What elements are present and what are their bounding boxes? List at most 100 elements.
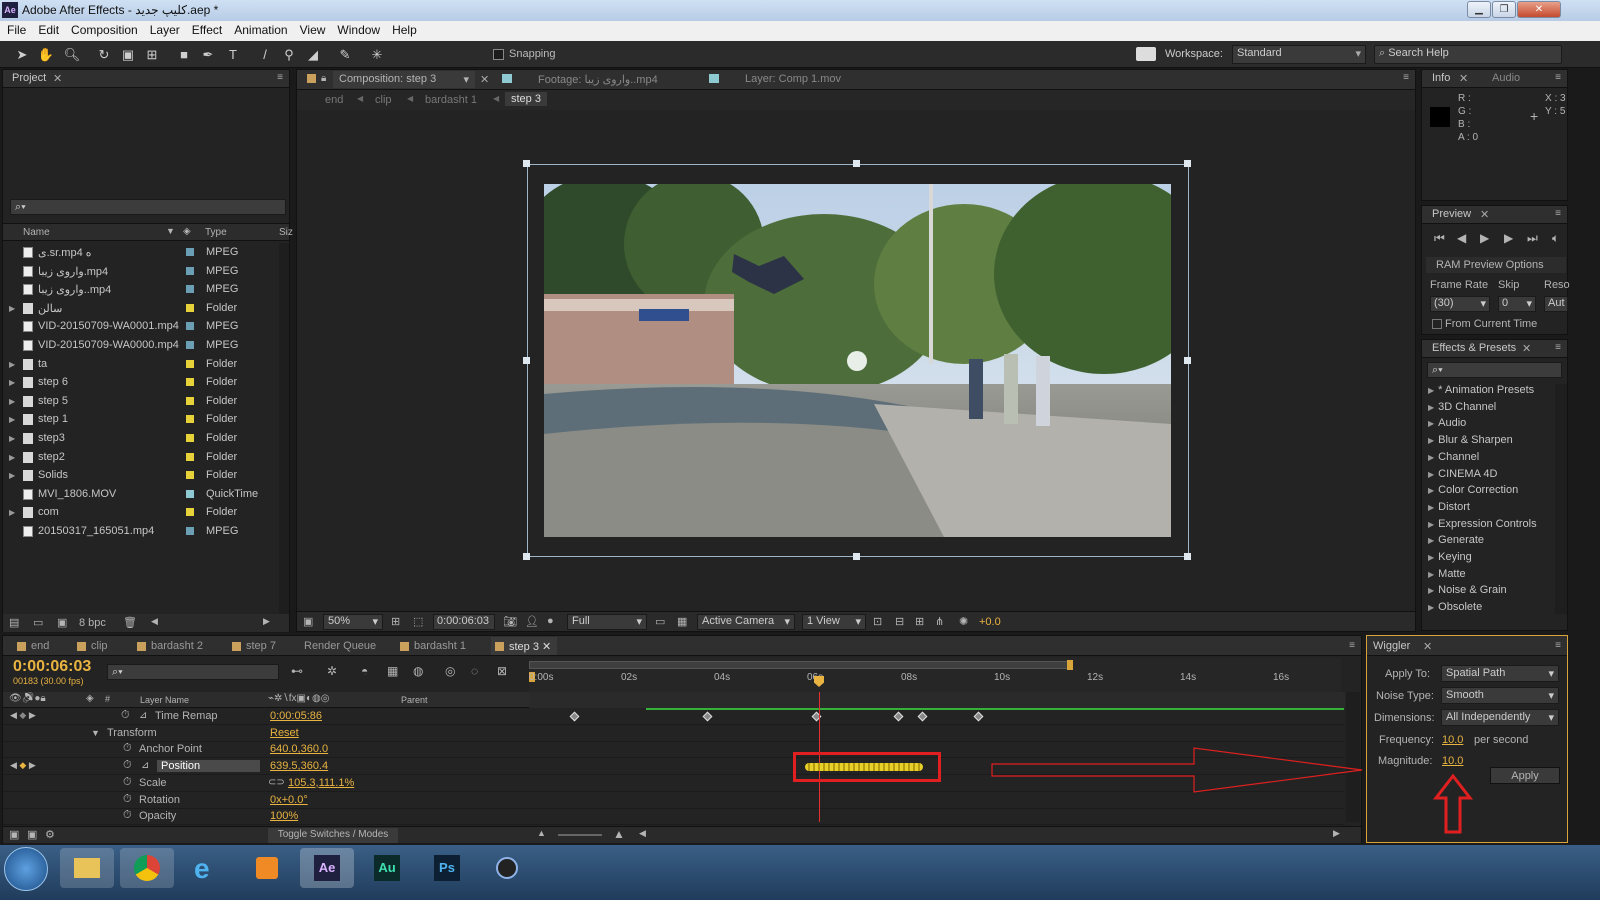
close-icon[interactable]: ✕ [1480, 208, 1489, 221]
col-type[interactable]: Type [205, 227, 227, 238]
expand-triangle-icon[interactable]: ▶ [1428, 486, 1434, 495]
hide-shy-icon[interactable]: ▦ [387, 664, 398, 678]
time-ruler[interactable]: 0:00s 02s 04s 06s 08s 10s 12s 14s 16s [529, 658, 1341, 692]
project-item[interactable]: ▶ Solids Folder [3, 466, 278, 485]
expand-layer-switches-icon[interactable]: ▣ [9, 828, 19, 841]
taskbar-audition[interactable]: Au [360, 848, 414, 888]
label-col-icon[interactable]: ◈ [183, 226, 191, 237]
resolution-dropdown[interactable]: Aut [1544, 296, 1568, 312]
snapping-checkbox[interactable] [493, 49, 504, 60]
stopwatch-icon[interactable]: ⏱ [121, 709, 130, 722]
apply-button[interactable]: Apply [1490, 767, 1560, 784]
close-icon[interactable]: ✕ [539, 641, 551, 653]
frame-rate-dropdown[interactable]: (30) ▾ [1430, 296, 1490, 312]
magnitude-value[interactable]: 10.0 [1442, 755, 1463, 767]
menu-effect[interactable]: Effect [185, 21, 227, 37]
scroll-left-icon[interactable]: ◀ [639, 828, 646, 839]
draft-3d-icon[interactable]: ◓ [361, 664, 368, 678]
camera-dropdown[interactable]: Active Camera ▾ [697, 614, 795, 630]
expand-triangle-icon[interactable]: ▶ [1428, 570, 1434, 579]
brainstorm-icon[interactable]: ◌ [471, 664, 478, 678]
roi-icon[interactable]: ▭ [655, 615, 665, 628]
graph-icon[interactable]: ⊿ [139, 710, 147, 721]
col-name[interactable]: Name [23, 227, 50, 238]
project-item[interactable]: MVI_1806.MOV QuickTime [3, 485, 278, 504]
menu-view[interactable]: View [293, 21, 331, 37]
expand-triangle-icon[interactable]: ▶ [9, 360, 15, 369]
fast-previews-icon[interactable]: ⊟ [895, 615, 904, 628]
panel-menu-icon[interactable]: ≡ [277, 72, 283, 83]
stopwatch-icon[interactable]: ⏱ [123, 759, 132, 772]
bbox-handle[interactable] [853, 553, 860, 560]
tab-project[interactable]: Project [12, 72, 46, 84]
effects-category[interactable]: ▶ Distort [1428, 501, 1558, 518]
next-frame-icon[interactable]: ▶ [1504, 231, 1513, 245]
av-features-icon[interactable]: 👁︎🔊︎●🔒︎ [9, 693, 46, 704]
ram-preview-options[interactable]: RAM Preview Options [1426, 257, 1566, 273]
taskbar-media[interactable] [240, 848, 294, 888]
col-size[interactable]: Siz [279, 227, 293, 238]
scroll-left-icon[interactable]: ◀ [151, 616, 158, 627]
expand-triangle-icon[interactable]: ▶ [1428, 386, 1434, 395]
eraser-tool-icon[interactable]: ◢ [303, 45, 323, 64]
effects-category[interactable]: ▶ CINEMA 4D [1428, 468, 1558, 485]
roto-brush-tool-icon[interactable]: ✎ [335, 45, 355, 64]
zoom-dropdown[interactable]: 50% ▾ [323, 614, 383, 630]
panel-menu-icon[interactable]: ≡ [1555, 342, 1561, 353]
minimize-button[interactable]: ▁ [1467, 1, 1491, 18]
project-item[interactable]: ▶ ta Folder [3, 355, 278, 374]
expand-triangle-icon[interactable]: ▶ [1428, 403, 1434, 412]
label-swatch[interactable] [186, 341, 194, 349]
bbox-handle[interactable] [523, 357, 530, 364]
panel-menu-icon[interactable]: ≡ [1349, 640, 1355, 651]
tab-preview[interactable]: Preview [1432, 208, 1471, 220]
toggle-switches-modes-button[interactable]: Toggle Switches / Modes [268, 828, 398, 843]
expand-triangle-icon[interactable]: ▶ [9, 304, 15, 313]
expand-triangle-icon[interactable]: ▶ [1428, 470, 1434, 479]
project-item[interactable]: ▶ com Folder [3, 503, 278, 522]
effects-category[interactable]: ▶ * Animation Presets [1428, 384, 1558, 401]
effects-category[interactable]: ▶ Generate [1428, 534, 1558, 551]
close-icon[interactable]: ✕ [1459, 72, 1468, 85]
label-swatch[interactable] [186, 527, 194, 535]
label-swatch[interactable] [186, 396, 194, 405]
expand-triangle-icon[interactable]: ▶ [1428, 553, 1434, 562]
menu-window[interactable]: Window [330, 21, 385, 37]
snapshot-icon[interactable]: 📷︎ [503, 615, 517, 628]
expand-in-out-icon[interactable]: ⚙ [45, 828, 55, 841]
play-icon[interactable]: ▶ [1480, 231, 1489, 245]
fit-icon[interactable]: ⊞ [391, 615, 400, 628]
stopwatch-icon[interactable]: ⏱ [123, 742, 132, 755]
property-name[interactable]: Rotation [139, 794, 180, 806]
expand-triangle-icon[interactable]: ▶ [9, 508, 15, 517]
expand-triangle-icon[interactable]: ▶ [1428, 503, 1434, 512]
audio-icon[interactable]: 🔈︎ [1552, 231, 1559, 246]
project-item[interactable]: واروی زیبا.mp4 MPEG [3, 262, 278, 281]
camera-tool-icon[interactable]: ▣ [118, 45, 138, 64]
always-preview-icon[interactable]: ▣ [303, 615, 313, 628]
expand-triangle-icon[interactable]: ▶ [1428, 436, 1434, 445]
label-swatch[interactable] [186, 303, 194, 312]
lock-icon[interactable]: 🔒︎ [321, 73, 326, 84]
flowchart-icon[interactable]: ⋔ [935, 615, 944, 628]
property-value[interactable]: 105.3,111.1% [288, 777, 354, 789]
label-swatch[interactable] [186, 452, 194, 461]
project-item[interactable]: VID-20150709-WA0000.mp4 MPEG [3, 336, 278, 355]
workspace-dropdown[interactable]: Standard ▾ [1232, 45, 1366, 64]
effects-category[interactable]: ▶ Blur & Sharpen [1428, 434, 1558, 451]
show-snapshot-icon[interactable]: 👤︎ [525, 615, 539, 628]
bbox-handle[interactable] [1184, 160, 1191, 167]
breadcrumb-bardasht[interactable]: bardasht 1 [425, 94, 477, 106]
breadcrumb-clip[interactable]: clip [375, 94, 392, 106]
taskbar-after-effects[interactable]: Ae [300, 848, 354, 888]
label-swatch[interactable] [186, 471, 194, 480]
expand-triangle-icon[interactable]: ▶ [9, 415, 15, 424]
menu-composition[interactable]: Composition [64, 21, 143, 37]
bbox-handle[interactable] [853, 160, 860, 167]
expand-triangle-icon[interactable]: ▶ [1428, 419, 1434, 428]
transparency-grid-icon[interactable]: ▦ [677, 615, 687, 628]
effects-category[interactable]: ▶ Noise & Grain [1428, 584, 1558, 601]
stopwatch-icon[interactable]: ⏱ [123, 776, 132, 789]
label-swatch[interactable] [186, 434, 194, 442]
property-track[interactable] [529, 725, 1345, 742]
